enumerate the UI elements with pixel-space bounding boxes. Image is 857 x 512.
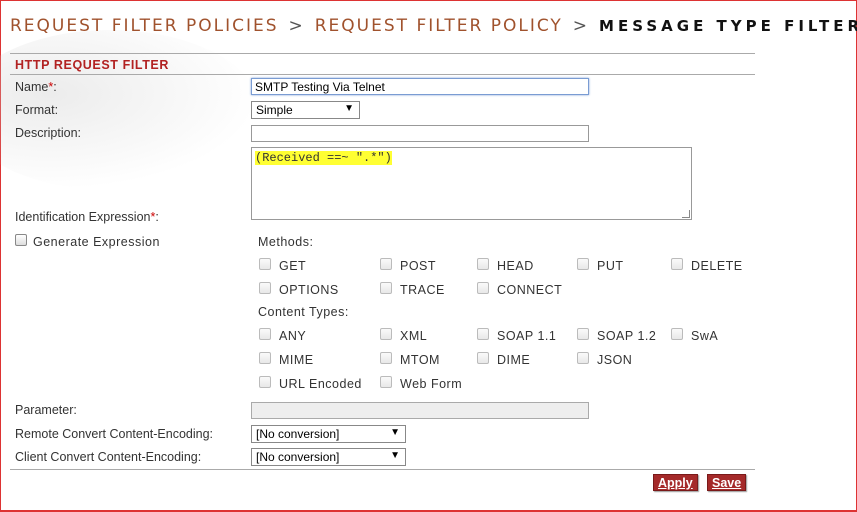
content-mime-checkbox[interactable] (259, 352, 271, 364)
resize-handle-icon[interactable] (682, 210, 690, 218)
method-trace-label: TRACE (400, 283, 445, 297)
method-trace-checkbox[interactable] (380, 282, 392, 294)
remote-encoding-label: Remote Convert Content-Encoding: (15, 427, 214, 441)
content-url-encoded-checkbox[interactable] (259, 376, 271, 388)
generate-expression-label: Generate Expression (33, 235, 160, 249)
parameter-input[interactable] (251, 402, 589, 419)
content-soap12-label: SOAP 1.2 (597, 329, 657, 343)
breadcrumb: REQUEST FILTER POLICIES > REQUEST FILTER P… (10, 16, 857, 36)
method-post-checkbox[interactable] (380, 258, 392, 270)
chevron-down-icon: ▼ (390, 450, 400, 461)
description-input[interactable] (251, 125, 589, 142)
method-get-checkbox[interactable] (259, 258, 271, 270)
content-mtom-checkbox[interactable] (380, 352, 392, 364)
method-get-label: GET (279, 259, 307, 273)
client-encoding-label: Client Convert Content-Encoding: (15, 450, 202, 464)
remote-encoding-select[interactable]: [No conversion] ▼ (251, 425, 406, 443)
content-any-checkbox[interactable] (259, 328, 271, 340)
name-label: Name*: (15, 80, 57, 94)
parameter-label: Parameter: (15, 403, 77, 417)
content-mime-label: MIME (279, 353, 314, 367)
chevron-down-icon: ▼ (390, 427, 400, 438)
divider (10, 74, 755, 75)
format-select[interactable]: Simple ▼ (251, 101, 360, 119)
method-put-label: PUT (597, 259, 624, 273)
client-encoding-select[interactable]: [No conversion] ▼ (251, 448, 406, 466)
breadcrumb-separator: > (288, 16, 305, 36)
remote-encoding-value: [No conversion] (256, 427, 340, 441)
content-xml-checkbox[interactable] (380, 328, 392, 340)
content-soap11-label: SOAP 1.1 (497, 329, 557, 343)
divider (10, 53, 755, 54)
breadcrumb-request-filter-policies[interactable]: REQUEST FILTER POLICIES (10, 16, 279, 36)
method-options-label: OPTIONS (279, 283, 339, 297)
method-delete-checkbox[interactable] (671, 258, 683, 270)
method-head-checkbox[interactable] (477, 258, 489, 270)
apply-button[interactable]: Apply (653, 474, 698, 491)
method-connect-checkbox[interactable] (477, 282, 489, 294)
content-soap12-checkbox[interactable] (577, 328, 589, 340)
method-options-checkbox[interactable] (259, 282, 271, 294)
section-title: HTTP REQUEST FILTER (15, 58, 169, 72)
client-encoding-value: [No conversion] (256, 450, 340, 464)
method-head-label: HEAD (497, 259, 534, 273)
methods-heading: Methods: (258, 235, 314, 249)
description-label: Description: (15, 126, 81, 140)
content-soap11-checkbox[interactable] (477, 328, 489, 340)
content-dime-label: DIME (497, 353, 531, 367)
chevron-down-icon: ▼ (344, 103, 354, 114)
breadcrumb-separator: > (572, 16, 590, 36)
breadcrumb-request-filter-policy[interactable]: REQUEST FILTER POLICY (315, 16, 563, 36)
name-input[interactable] (251, 78, 589, 95)
content-types-heading: Content Types: (258, 305, 349, 319)
content-xml-label: XML (400, 329, 428, 343)
expression-textarea[interactable]: (Received ==~ ".*") (251, 147, 692, 220)
method-put-checkbox[interactable] (577, 258, 589, 270)
identification-expression-label: Identification Expression*: (15, 210, 159, 224)
method-connect-label: CONNECT (497, 283, 563, 297)
content-json-label: JSON (597, 353, 633, 367)
method-delete-label: DELETE (691, 259, 743, 273)
content-web-form-label: Web Form (400, 377, 463, 391)
content-dime-checkbox[interactable] (477, 352, 489, 364)
content-swa-checkbox[interactable] (671, 328, 683, 340)
generate-expression-checkbox[interactable] (15, 234, 27, 246)
format-label: Format: (15, 103, 59, 117)
content-url-encoded-label: URL Encoded (279, 377, 362, 391)
content-json-checkbox[interactable] (577, 352, 589, 364)
divider (10, 469, 755, 470)
expression-text: (Received ==~ ".*") (255, 151, 392, 165)
content-mtom-label: MTOM (400, 353, 440, 367)
save-button[interactable]: Save (707, 474, 747, 491)
content-web-form-checkbox[interactable] (380, 376, 392, 388)
content-swa-label: SwA (691, 329, 719, 343)
breadcrumb-current: MESSAGE TYPE FILTER (599, 17, 857, 35)
method-post-label: POST (400, 259, 437, 273)
format-select-value: Simple (256, 103, 293, 117)
content-any-label: ANY (279, 329, 307, 343)
